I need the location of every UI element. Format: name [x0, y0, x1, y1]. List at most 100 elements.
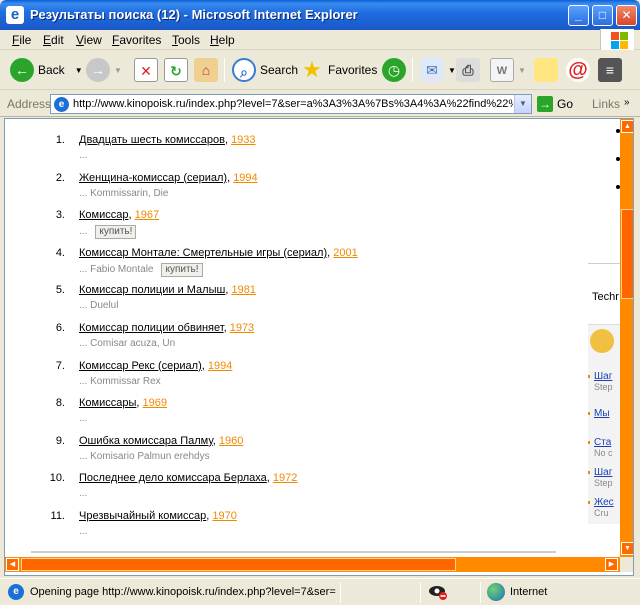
status-divider: [480, 582, 481, 603]
edit-button[interactable]: W ▼: [490, 56, 526, 84]
result-year-link[interactable]: 1967: [135, 209, 159, 221]
result-title-link[interactable]: Чрезвычайный комиссар: [79, 510, 206, 522]
at-sign-icon: @: [566, 58, 590, 82]
result-year-link[interactable]: 1981: [231, 284, 255, 296]
result-title-link[interactable]: Комиссар Монтале: Смертельные игры (сери…: [79, 247, 327, 259]
scroll-down-icon[interactable]: ▼: [621, 542, 633, 555]
result-title-link[interactable]: Комиссары: [79, 397, 136, 409]
result-title-link[interactable]: Комиссар полиции обвиняет: [79, 322, 224, 334]
chevron-down-icon: ▼: [518, 65, 526, 75]
result-row: 2. Женщина-комиссар (сериал), 1994... Kom…: [5, 157, 585, 199]
scroll-corner: [620, 557, 633, 572]
menu-help[interactable]: Help: [210, 33, 235, 47]
chevron-right-icon[interactable]: »: [624, 97, 630, 108]
title-bar: e Результаты поиска (12) - Microsoft Int…: [0, 0, 640, 30]
links-label[interactable]: Links: [592, 97, 620, 111]
horizontal-scrollbar[interactable]: ◀ ▶: [5, 557, 620, 572]
search-button[interactable]: ⌕ Search: [232, 56, 298, 84]
history-icon: ◷: [382, 58, 406, 82]
chevron-down-icon: ▼: [448, 65, 456, 75]
result-year-link[interactable]: 1973: [230, 322, 254, 334]
result-number: 7.: [55, 359, 65, 372]
result-number: 8.: [55, 397, 65, 410]
side-text: Techr: [592, 291, 619, 303]
result-title-link[interactable]: Комиссар: [79, 209, 128, 221]
scroll-up-icon[interactable]: ▲: [621, 120, 633, 133]
horizontal-scroll-thumb[interactable]: [21, 558, 456, 571]
maximize-button[interactable]: □: [592, 5, 613, 26]
result-year-link[interactable]: 1969: [143, 397, 167, 409]
print-icon: ⎙: [456, 58, 480, 82]
menu-view[interactable]: View: [76, 33, 102, 47]
messenger-button[interactable]: @: [566, 56, 590, 84]
results-list: 1. Двадцать шесть комиссаров, 1933... 2. Же…: [5, 119, 585, 559]
side-item[interactable]: Жес Cru: [588, 497, 614, 519]
notes-button[interactable]: [534, 56, 558, 84]
result-title-line: Комиссар полиции обвиняет, 1973: [79, 322, 255, 334]
result-title-line: Комиссар полиции и Малыш, 1981: [79, 284, 256, 297]
result-year-link[interactable]: 1972: [273, 472, 297, 484]
result-number: 1.: [55, 134, 65, 146]
address-dropdown-icon[interactable]: ▼: [514, 95, 531, 113]
ie-icon: e: [6, 6, 24, 24]
note-icon: [534, 58, 558, 82]
result-title-line: Двадцать шесть комиссаров, 1933: [79, 134, 256, 146]
address-input[interactable]: e http://www.kinopoisk.ru/index.php?leve…: [50, 94, 532, 114]
result-title-link[interactable]: Двадцать шесть комиссаров: [79, 134, 225, 146]
result-year-link[interactable]: 1970: [212, 510, 236, 522]
result-title-link[interactable]: Комиссар полиции и Малыш: [79, 284, 225, 296]
result-title-line: Комиссар Рекс (сериал), 1994: [79, 359, 233, 372]
result-title-link[interactable]: Последнее дело комиссара Берлаха: [79, 472, 267, 484]
forward-button[interactable]: → ▼: [86, 56, 122, 84]
refresh-button[interactable]: ↻: [164, 56, 188, 84]
home-button[interactable]: ⌂: [194, 56, 218, 84]
stop-button[interactable]: ✕: [134, 56, 158, 84]
minimize-button[interactable]: _: [568, 5, 589, 26]
side-item[interactable]: Шаг Step: [588, 467, 613, 489]
vertical-scroll-thumb[interactable]: [621, 209, 633, 299]
page-content: 1. Двадцать шесть комиссаров, 1933... 2. Же…: [4, 118, 634, 576]
result-row: 11. Чрезвычайный комиссар, 1970...: [5, 495, 585, 537]
status-text: Opening page http://www.kinopoisk.ru/ind…: [30, 586, 336, 598]
result-row: 6. Комиссар полиции обвиняет, 1973... Com…: [5, 307, 585, 349]
result-year-link[interactable]: 1994: [233, 172, 257, 184]
result-year-link[interactable]: 2001: [333, 247, 357, 259]
menu-edit[interactable]: Edit: [43, 33, 64, 47]
side-item[interactable]: Ста No c: [588, 437, 613, 459]
result-number: 9.: [55, 434, 65, 447]
toolbar: ← Back ▼ → ▼ ✕ ↻ ⌂ ⌕ Search ★ Favorites …: [0, 50, 640, 90]
scroll-right-icon[interactable]: ▶: [605, 558, 618, 571]
side-item[interactable]: Мы: [588, 408, 610, 419]
research-button[interactable]: ≡: [598, 56, 622, 84]
menu-favorites[interactable]: Favorites: [112, 33, 161, 47]
toolbar-separator: [224, 58, 225, 82]
back-button[interactable]: ← Back ▼: [10, 56, 83, 84]
result-title-link[interactable]: Комиссар Рекс (сериал): [79, 360, 202, 372]
mail-button[interactable]: ✉ ▼: [420, 56, 456, 84]
internet-globe-icon: [487, 583, 505, 601]
print-button[interactable]: ⎙: [456, 56, 480, 84]
result-title-link[interactable]: Женщина-комиссар (сериал): [79, 172, 227, 184]
search-label: Search: [260, 63, 299, 77]
result-title-line: Комиссар Монтале: Смертельные игры (сери…: [79, 246, 358, 259]
result-row: 8. Комиссары, 1969...: [5, 382, 585, 424]
divider: [31, 551, 556, 553]
go-button[interactable]: → Go: [537, 96, 573, 112]
close-button[interactable]: ✕: [616, 5, 637, 26]
status-bar: e Opening page http://www.kinopoisk.ru/i…: [0, 578, 640, 605]
menu-tools[interactable]: Tools: [172, 33, 200, 47]
result-year-link[interactable]: 1933: [231, 134, 255, 146]
result-year-link[interactable]: 1994: [208, 360, 232, 372]
scroll-left-icon[interactable]: ◀: [6, 558, 19, 571]
result-title-link[interactable]: Ошибка комиссара Палму: [79, 435, 213, 447]
result-title-line: Комиссар, 1967: [79, 209, 160, 222]
history-button[interactable]: ◷: [382, 56, 406, 84]
favorites-button[interactable]: ★ Favorites: [300, 56, 377, 84]
result-year-link[interactable]: 1960: [219, 435, 243, 447]
result-number: 5.: [55, 284, 65, 297]
privacy-eye-icon[interactable]: [428, 583, 448, 601]
menu-file[interactable]: File: [12, 33, 31, 47]
vertical-scrollbar[interactable]: ▲ ▼: [620, 119, 633, 557]
result-title-line: Ошибка комиссара Палму, 1960: [79, 434, 244, 447]
side-item[interactable]: Шаг Step: [588, 371, 613, 393]
